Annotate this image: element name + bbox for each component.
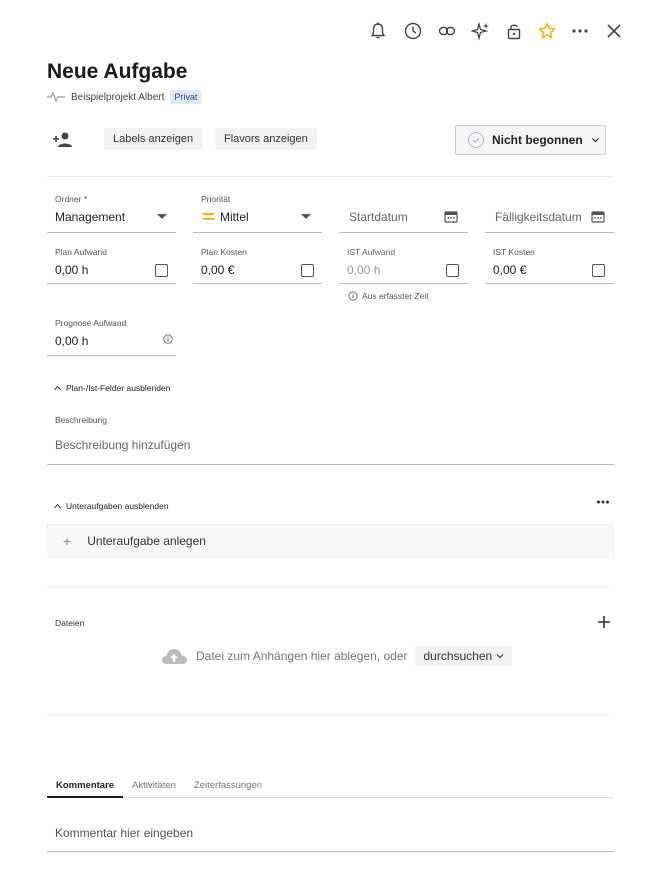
plan-cost-field[interactable]: Plan Kosten 0,00 €	[193, 247, 322, 284]
show-labels-button[interactable]: Labels anzeigen	[104, 128, 203, 150]
sparkle-icon[interactable]	[470, 20, 492, 42]
project-name[interactable]: Beispielprojekt Albert	[71, 92, 164, 103]
cloud-upload-icon	[161, 649, 187, 664]
divider	[47, 587, 614, 588]
divider	[47, 176, 614, 177]
actual-cost-checkbox[interactable]	[592, 264, 605, 277]
caret-down-icon	[157, 214, 167, 219]
tab-comments[interactable]: Kommentare	[47, 778, 124, 798]
visibility-badge: Privat	[170, 90, 202, 104]
plan-effort-value: 0,00 h	[55, 263, 89, 277]
start-date-placeholder: Startdatum	[349, 210, 408, 224]
chevron-up-icon	[53, 385, 62, 394]
file-dropzone[interactable]: Datei zum Anhängen hier ablegen, oder du…	[160, 646, 513, 666]
plan-cost-checkbox[interactable]	[301, 264, 314, 277]
bottom-tabs: Kommentare Aktivitäten Zeiterfassungen	[47, 778, 614, 798]
bell-icon[interactable]	[367, 20, 389, 42]
calendar-icon[interactable]	[444, 210, 458, 223]
project-breadcrumb[interactable]: Beispielprojekt Albert Privat	[47, 90, 202, 104]
dropzone-text: Datei zum Anhängen hier ablegen, oder	[196, 649, 408, 663]
add-user-icon[interactable]	[52, 131, 74, 154]
priority-value: Mittel	[220, 210, 249, 224]
close-icon[interactable]	[603, 20, 625, 42]
actual-effort-label: IST Aufwand	[347, 247, 396, 257]
actual-cost-label: IST Kosten	[493, 247, 535, 257]
add-subtask-label: Unteraufgabe anlegen	[87, 534, 206, 548]
actual-effort-hint: Aus erfasster Zeit	[348, 291, 429, 301]
show-flavors-button[interactable]: Flavors anzeigen	[215, 128, 317, 150]
lock-icon[interactable]	[503, 20, 525, 42]
plan-effort-checkbox[interactable]	[155, 264, 168, 277]
plus-icon: +	[63, 533, 72, 549]
forecast-effort-value: 0,00 h	[55, 334, 89, 348]
clock-icon[interactable]	[402, 20, 424, 42]
actual-cost-field[interactable]: IST Kosten 0,00 €	[485, 247, 614, 284]
subtasks-toggle-label: Unteraufgaben ausblenden	[66, 501, 169, 511]
add-file-icon[interactable]	[596, 614, 612, 635]
description-label: Beschreibung	[55, 415, 107, 425]
forecast-effort-label: Prognose Aufwand	[55, 318, 127, 328]
subtasks-toggle[interactable]: Unteraufgaben ausblenden	[53, 501, 169, 512]
tab-activities[interactable]: Aktivitäten	[123, 778, 185, 798]
browse-label: durchsuchen	[423, 649, 493, 663]
chevron-up-icon	[53, 503, 62, 512]
status-dropdown[interactable]: Nicht begonnen	[455, 125, 606, 155]
chevron-down-icon	[591, 138, 599, 143]
due-date-placeholder: Fälligkeitsdatum	[495, 210, 582, 224]
forecast-effort-field[interactable]: Prognose Aufwand 0,00 h	[47, 318, 176, 356]
actual-effort-field: IST Aufwand 0,00 h	[339, 247, 468, 284]
plan-cost-value: 0,00 €	[201, 263, 235, 277]
actual-effort-checkbox[interactable]	[446, 264, 459, 277]
info-icon	[348, 291, 358, 301]
start-date-field[interactable]: Startdatum	[339, 194, 468, 233]
status-label: Nicht begonnen	[492, 133, 583, 147]
folder-select[interactable]: Ordner * Management	[47, 194, 176, 233]
priority-select[interactable]: Priorität Mittel	[193, 194, 322, 233]
folder-value: Management	[55, 210, 126, 224]
priority-medium-icon	[203, 213, 214, 220]
folder-label: Ordner *	[55, 194, 88, 204]
comment-placeholder: Kommentar hier eingeben	[55, 826, 194, 840]
caret-down-icon	[301, 214, 311, 219]
divider	[47, 715, 614, 716]
add-subtask-button[interactable]: + Unteraufgabe anlegen	[47, 524, 614, 558]
info-icon[interactable]	[163, 334, 173, 344]
activity-icon	[47, 91, 65, 103]
plan-effort-label: Plan Aufwand	[55, 247, 107, 257]
chevron-down-icon	[496, 654, 504, 659]
more-icon[interactable]	[569, 20, 591, 42]
status-check-icon	[468, 132, 484, 148]
tab-time-tracking[interactable]: Zeiterfassungen	[185, 778, 271, 798]
link-icon[interactable]	[436, 20, 458, 42]
plan-cost-label: Plan Kosten	[201, 247, 247, 257]
subtasks-more-icon[interactable]	[596, 495, 610, 514]
description-input[interactable]: Beschreibung hinzufügen	[47, 430, 614, 465]
due-date-field[interactable]: Fälligkeitsdatum	[485, 194, 614, 233]
calendar-icon[interactable]	[591, 210, 605, 223]
files-label: Dateien	[55, 618, 85, 628]
plan-effort-field[interactable]: Plan Aufwand 0,00 h	[47, 247, 176, 284]
description-placeholder: Beschreibung hinzufügen	[55, 438, 191, 452]
plan-actual-toggle[interactable]: Plan-/Ist-Felder ausblenden	[53, 383, 171, 394]
actual-cost-value: 0,00 €	[493, 263, 527, 277]
comment-input[interactable]: Kommentar hier eingeben	[47, 818, 614, 852]
actual-effort-value: 0,00 h	[347, 263, 381, 277]
priority-label: Priorität	[201, 194, 231, 204]
hint-text: Aus erfasster Zeit	[362, 291, 429, 301]
plan-actual-toggle-label: Plan-/Ist-Felder ausblenden	[66, 383, 171, 393]
browse-button[interactable]: durchsuchen	[415, 646, 513, 666]
page-title: Neue Aufgabe	[47, 60, 188, 83]
star-icon[interactable]	[536, 20, 558, 42]
